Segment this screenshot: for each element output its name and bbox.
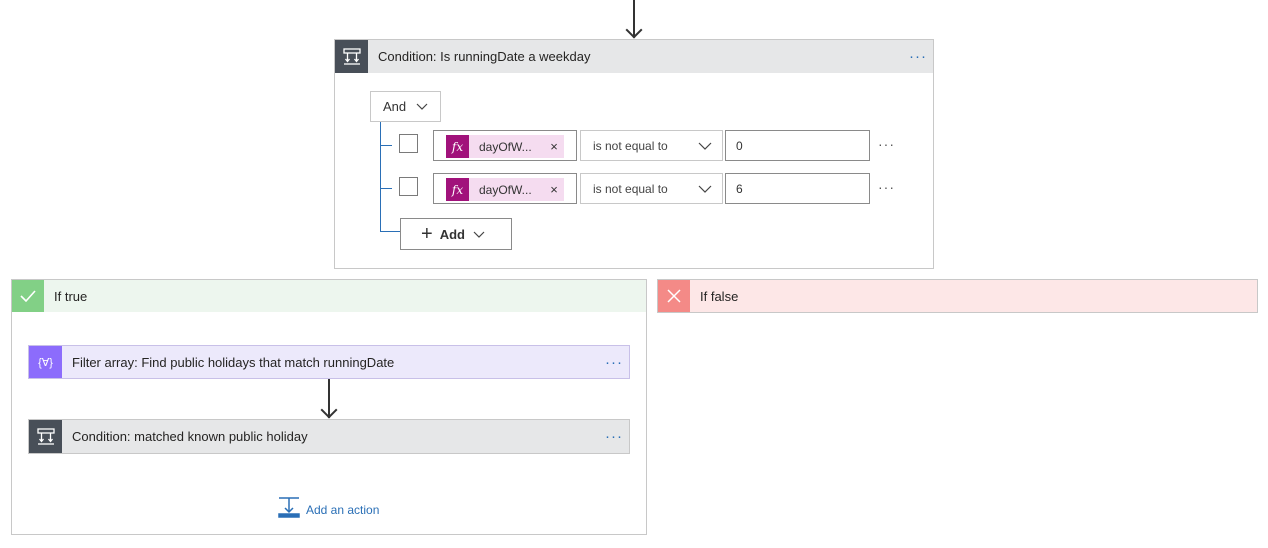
row-2-more-button[interactable]: ··· xyxy=(878,179,895,195)
row-2-token-text: dayOfW... xyxy=(479,182,532,197)
holiday-condition-title: Condition: matched known public holiday xyxy=(72,429,308,444)
condition-icon xyxy=(335,40,368,73)
filter-array-card[interactable]: {∀} Filter array: Find public holidays t… xyxy=(28,345,630,379)
row-2-operator-dropdown[interactable]: is not equal to xyxy=(580,173,723,204)
chevron-down-icon xyxy=(416,99,428,114)
row-2-operator-label: is not equal to xyxy=(593,181,668,196)
row-2-checkbox[interactable] xyxy=(399,177,418,196)
row-1-operator-dropdown[interactable]: is not equal to xyxy=(580,130,723,161)
condition-title: Condition: Is runningDate a weekday xyxy=(378,49,591,64)
function-icon: fx xyxy=(446,178,469,201)
row-1-value-input[interactable] xyxy=(725,130,870,161)
if-false-header[interactable]: If false xyxy=(658,280,1257,312)
holiday-condition-more-button[interactable]: ··· xyxy=(599,428,629,445)
row-2-value-input[interactable] xyxy=(725,173,870,204)
row-1-token[interactable]: fx dayOfW... × xyxy=(446,135,564,158)
group-operator-dropdown[interactable]: And xyxy=(370,91,441,122)
group-operator-label: And xyxy=(383,99,407,114)
close-icon xyxy=(658,280,690,312)
row-1-checkbox[interactable] xyxy=(399,134,418,153)
condition-icon xyxy=(29,420,62,453)
if-false-branch: If false xyxy=(657,279,1258,313)
row-1-token-remove-icon[interactable]: × xyxy=(544,139,564,154)
row-2-left-operand[interactable]: fx dayOfW... × xyxy=(433,173,577,204)
holiday-condition-card[interactable]: Condition: matched known public holiday … xyxy=(28,419,630,454)
add-action-button[interactable]: Add an action xyxy=(278,496,379,523)
row-2-token-remove-icon[interactable]: × xyxy=(544,182,564,197)
condition-card: Condition: Is runningDate a weekday ··· … xyxy=(334,39,934,269)
filter-array-icon: {∀} xyxy=(29,346,62,378)
if-true-title: If true xyxy=(54,288,88,304)
add-condition-label: Add xyxy=(439,226,465,242)
condition-more-button[interactable]: ··· xyxy=(903,48,933,65)
function-icon: fx xyxy=(446,135,469,158)
filter-array-title: Filter array: Find public holidays that … xyxy=(72,354,395,370)
top-connector-arrow xyxy=(625,21,643,39)
chevron-down-icon xyxy=(698,183,712,197)
tree-branch-add xyxy=(380,231,400,232)
row-1-operator-label: is not equal to xyxy=(593,138,668,153)
if-true-header[interactable]: If true xyxy=(12,280,646,312)
row-1-left-operand[interactable]: fx dayOfW... × xyxy=(433,130,577,161)
tree-line xyxy=(380,122,381,231)
condition-card-header[interactable]: Condition: Is runningDate a weekday ··· xyxy=(335,40,933,73)
add-action-label: Add an action xyxy=(306,502,380,517)
chevron-down-icon xyxy=(473,227,485,242)
filter-array-more-button[interactable]: ··· xyxy=(599,354,629,371)
chevron-down-icon xyxy=(698,140,712,154)
row-1-more-button[interactable]: ··· xyxy=(878,136,895,152)
plus-icon: + xyxy=(421,223,433,245)
inner-connector-arrow xyxy=(320,401,338,419)
add-condition-button[interactable]: + Add xyxy=(400,218,512,250)
row-1-token-text: dayOfW... xyxy=(479,139,532,154)
checkmark-icon xyxy=(12,280,44,312)
tree-branch-2 xyxy=(380,188,392,189)
holiday-condition-header[interactable]: Condition: matched known public holiday … xyxy=(29,420,629,453)
if-false-title: If false xyxy=(700,288,739,304)
row-2-token[interactable]: fx dayOfW... × xyxy=(446,178,564,201)
tree-branch-1 xyxy=(380,145,392,146)
filter-array-header[interactable]: {∀} Filter array: Find public holidays t… xyxy=(29,346,629,378)
add-action-icon xyxy=(278,496,300,523)
if-true-branch: If true {∀} Filter array: Find public ho… xyxy=(11,279,647,535)
